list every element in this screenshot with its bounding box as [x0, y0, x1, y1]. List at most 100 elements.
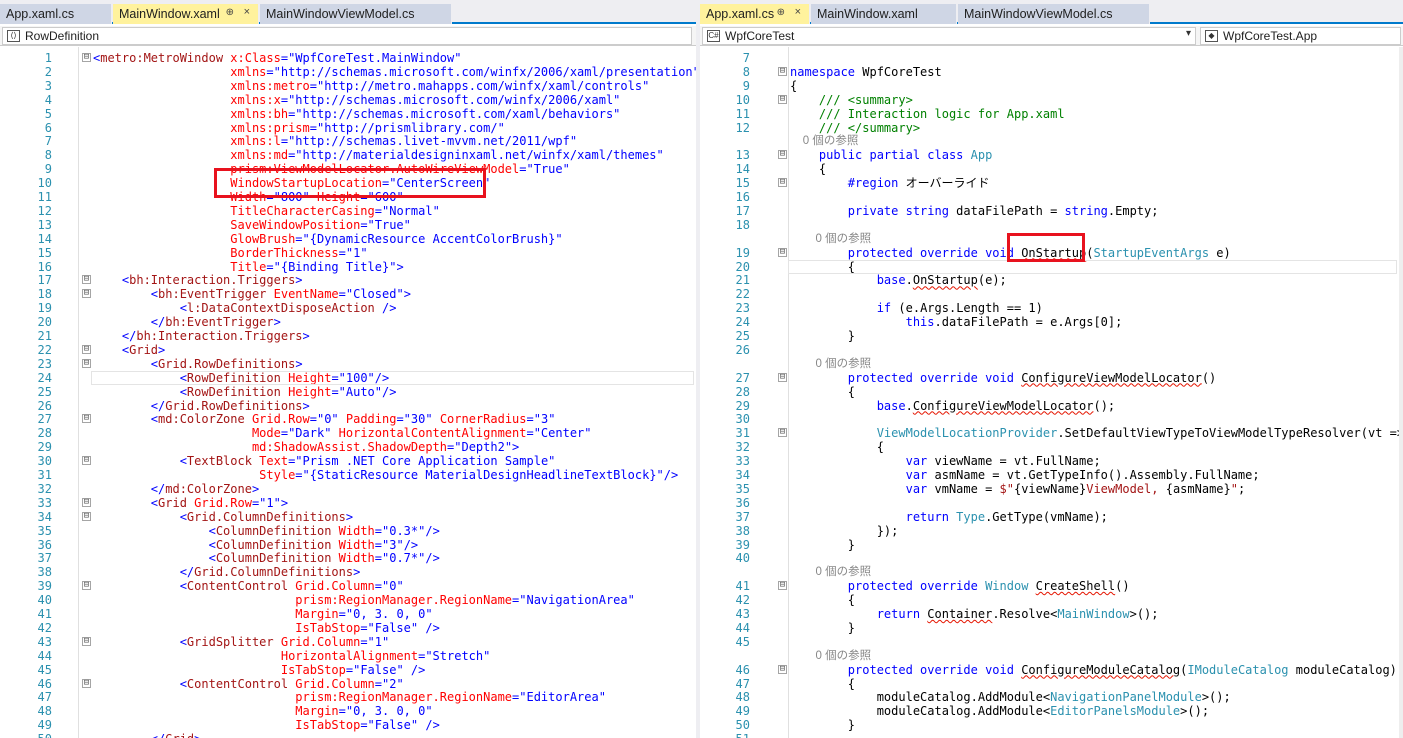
code-text[interactable]: }	[790, 329, 855, 343]
code-text[interactable]: <ContentControl Grid.Column="0"	[93, 579, 404, 593]
code-text[interactable]: public partial class App	[790, 148, 992, 162]
code-text[interactable]: <ColumnDefinition Width="0.3*"/>	[93, 524, 440, 538]
code-text[interactable]: <metro:MetroWindow x:Class="WpfCoreTest.…	[93, 51, 461, 65]
collapse-icon[interactable]: ⊟	[82, 511, 91, 521]
code-text[interactable]: </Grid>	[93, 732, 202, 738]
code-text[interactable]: {	[790, 162, 826, 176]
collapse-icon[interactable]: ⊟	[82, 289, 91, 299]
code-text[interactable]: {	[790, 79, 797, 93]
collapse-icon[interactable]: ⊟	[82, 678, 91, 688]
code-text[interactable]: <ContentControl Grid.Column="2"	[93, 677, 404, 691]
code-text[interactable]: GlowBrush="{DynamicResource AccentColorB…	[93, 232, 562, 246]
csharp-editor-pane[interactable]: App.xaml.cs ⊕ × MainWindow.xaml MainWind…	[700, 0, 1403, 738]
tab-mainwindowviewmodel-cs[interactable]: MainWindowViewModel.cs	[260, 4, 452, 24]
tab-mainwindow-xaml[interactable]: MainWindow.xaml	[811, 4, 957, 24]
collapse-icon[interactable]: ⊟	[82, 636, 91, 646]
code-text[interactable]: <bh:Interaction.Triggers>	[93, 273, 303, 287]
code-text[interactable]: xmlns="http://schemas.microsoft.com/winf…	[93, 65, 696, 79]
code-text[interactable]: </bh:EventTrigger>	[93, 315, 281, 329]
collapse-icon[interactable]: ⊟	[778, 664, 787, 674]
code-text[interactable]: <Grid.RowDefinitions>	[93, 357, 303, 371]
code-text[interactable]: base.ConfigureViewModelLocator();	[790, 399, 1115, 413]
code-text[interactable]: protected override Window CreateShell()	[790, 579, 1130, 593]
code-text[interactable]: Title="{Binding Title}">	[93, 260, 403, 274]
code-text[interactable]: namespace WpfCoreTest	[790, 65, 942, 79]
code-text[interactable]: <ColumnDefinition Width="3"/>	[93, 538, 419, 552]
code-text[interactable]: this.dataFilePath = e.Args[0];	[790, 315, 1123, 329]
code-text[interactable]: xmlns:md="http://materialdesigninxaml.ne…	[93, 148, 664, 162]
code-text[interactable]: Margin="0, 3. 0, 0"	[93, 607, 432, 621]
code-text[interactable]: return Container.Resolve<MainWindow>();	[790, 607, 1159, 621]
code-text[interactable]: md:ShadowAssist.ShadowDepth="Depth2">	[93, 440, 519, 454]
code-text[interactable]: xmlns:prism="http://prismlibrary.com/"	[93, 121, 505, 135]
project-dropdown[interactable]: C# WpfCoreTest ▾	[702, 27, 1196, 45]
vertical-scrollbar[interactable]	[1399, 47, 1403, 738]
code-text[interactable]: <RowDefinition Height="Auto"/>	[93, 385, 397, 399]
code-text[interactable]: xmlns:metro="http://metro.mahapps.com/wi…	[93, 79, 649, 93]
collapse-icon[interactable]: ⊟	[778, 581, 787, 591]
code-text[interactable]: var viewName = vt.FullName;	[790, 454, 1101, 468]
code-text[interactable]: base.OnStartup(e);	[790, 273, 1007, 287]
code-text[interactable]: var asmName = vt.GetTypeInfo().Assembly.…	[790, 468, 1260, 482]
code-text[interactable]: moduleCatalog.AddModule<NavigationPanelM…	[790, 690, 1231, 704]
code-text[interactable]: /// <summary>	[790, 93, 913, 107]
xaml-code-editor[interactable]: 1 ⊟ <metro:MetroWindow x:Class="WpfCoreTes…	[0, 47, 696, 738]
collapse-icon[interactable]: ⊟	[82, 53, 91, 62]
code-text[interactable]: protected override void ConfigureViewMod…	[790, 371, 1216, 385]
codelens-text[interactable]: 0 個の参照	[790, 232, 872, 246]
code-text[interactable]: HorizontalAlignment="Stretch"	[93, 649, 491, 663]
code-text[interactable]: /// </summary>	[790, 121, 920, 135]
codelens-text[interactable]: 0 個の参照	[790, 565, 872, 579]
code-text[interactable]: protected override void ConfigureModuleC…	[790, 663, 1397, 677]
code-text[interactable]: Style="{StaticResource MaterialDesignHea…	[93, 468, 678, 482]
pin-icon[interactable]: ⊕	[777, 7, 785, 18]
code-text[interactable]: <Grid>	[93, 343, 165, 357]
codelens-text[interactable]: 0 個の参照	[790, 649, 872, 663]
collapse-icon[interactable]: ⊟	[82, 581, 91, 591]
code-text[interactable]: {	[790, 440, 884, 454]
code-text[interactable]: }	[790, 538, 855, 552]
code-text[interactable]: });	[790, 524, 899, 538]
code-text[interactable]: xmlns:bh="http://schemas.microsoft.com/x…	[93, 107, 620, 121]
tab-app-xaml-cs[interactable]: App.xaml.cs	[0, 4, 112, 24]
code-text[interactable]: {	[790, 385, 855, 399]
code-text[interactable]: Margin="0, 3. 0, 0"	[93, 704, 432, 718]
code-text[interactable]: }	[790, 718, 855, 732]
code-text[interactable]: TitleCharacterCasing="Normal"	[93, 204, 440, 218]
code-text[interactable]: /// Interaction logic for App.xaml	[790, 107, 1065, 121]
code-text[interactable]: if (e.Args.Length == 1)	[790, 301, 1043, 315]
code-text[interactable]: <TextBlock Text="Prism .NET Core Applica…	[93, 454, 556, 468]
collapse-icon[interactable]: ⊟	[778, 94, 787, 104]
collapse-icon[interactable]: ⊟	[778, 428, 787, 438]
collapse-icon[interactable]: ⊟	[82, 358, 91, 368]
code-text[interactable]: SaveWindowPosition="True"	[93, 218, 411, 232]
tab-mainwindowviewmodel-cs[interactable]: MainWindowViewModel.cs	[958, 4, 1150, 24]
csharp-code-editor[interactable]: 7 8 ⊟ namespace WpfCoreTest 9{10 ⊟ /// <summa…	[700, 47, 1403, 738]
code-text[interactable]: ViewModelLocationProvider.SetDefaultView…	[790, 426, 1403, 440]
element-navigation-dropdown[interactable]: ⟨⟩ RowDefinition	[2, 27, 692, 45]
code-text[interactable]: IsTabStop="False" />	[93, 718, 440, 732]
collapse-icon[interactable]: ⊟	[778, 178, 787, 188]
code-text[interactable]: IsTabStop="False" />	[93, 621, 440, 635]
code-text[interactable]: <bh:EventTrigger EventName="Closed">	[93, 287, 411, 301]
code-text[interactable]: </Grid.ColumnDefinitions>	[93, 565, 361, 579]
close-icon[interactable]: ×	[795, 6, 801, 18]
code-text[interactable]: IsTabStop="False" />	[93, 663, 426, 677]
code-text[interactable]: <Grid Grid.Row="1">	[93, 496, 288, 510]
code-text[interactable]: </bh:Interaction.Triggers>	[93, 329, 310, 343]
tab-app-xaml-cs[interactable]: App.xaml.cs ⊕ ×	[700, 4, 810, 24]
codelens-reference-count[interactable]: 0 個の参照	[700, 565, 1403, 579]
code-text[interactable]: xmlns:x="http://schemas.microsoft.com/wi…	[93, 93, 620, 107]
code-text[interactable]: </Grid.RowDefinitions>	[93, 399, 310, 413]
code-text[interactable]: </md:ColorZone>	[93, 482, 259, 496]
codelens-reference-count[interactable]: 0 個の参照	[700, 134, 1403, 148]
pin-icon[interactable]: ⊕	[226, 7, 234, 18]
code-text[interactable]: BorderThickness="1"	[93, 246, 367, 260]
code-text[interactable]: <GridSplitter Grid.Column="1"	[93, 635, 390, 649]
code-text[interactable]: <l:DataContextDisposeAction />	[93, 301, 397, 315]
codelens-reference-count[interactable]: 0 個の参照	[700, 357, 1403, 371]
code-text[interactable]: moduleCatalog.AddModule<EditorPanelsModu…	[790, 704, 1209, 718]
collapse-icon[interactable]: ⊟	[778, 372, 787, 382]
code-text[interactable]: {	[790, 593, 855, 607]
collapse-icon[interactable]: ⊟	[82, 344, 91, 354]
